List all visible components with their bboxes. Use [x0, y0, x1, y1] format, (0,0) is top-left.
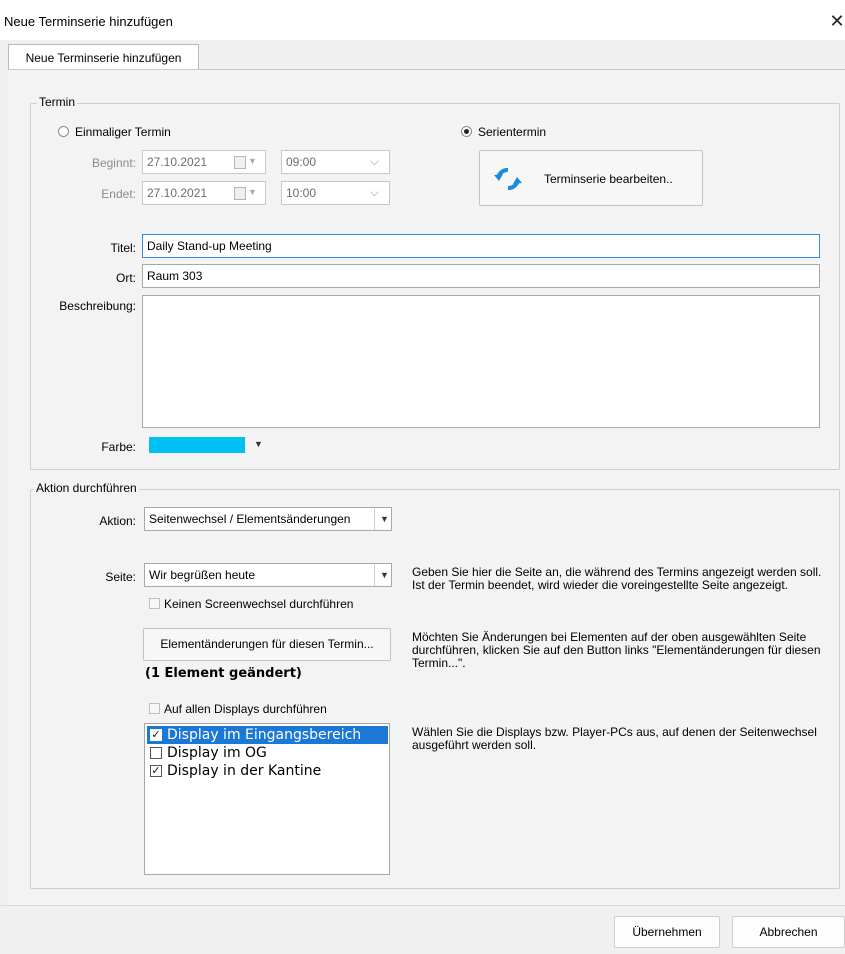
action-value: Seitenwechsel / Elementsänderungen [149, 512, 351, 526]
chevron-down-icon[interactable]: ⌵ [370, 154, 379, 169]
list-item-display-og[interactable]: Display im OG [147, 744, 388, 762]
display-label: Display in der Kantine [167, 763, 322, 779]
select-divider [374, 508, 375, 530]
begins-date-value: 27.10.2021 [147, 155, 208, 169]
ends-time-value: 10:00 [286, 186, 317, 200]
series-event-radio[interactable] [461, 126, 472, 137]
calendar-icon[interactable] [234, 187, 246, 200]
title-input[interactable]: Daily Stand-up Meeting [142, 234, 820, 258]
cancel-button[interactable]: Abbrechen [732, 916, 845, 948]
checkbox-unchecked[interactable] [150, 747, 162, 759]
footer-divider [0, 905, 845, 906]
checkbox-checked[interactable]: ✓ [150, 765, 162, 777]
location-input[interactable]: Raum 303 [142, 264, 820, 288]
color-picker[interactable]: ▼ [146, 434, 270, 456]
location-label: Ort: [116, 271, 136, 285]
action-label: Aktion: [99, 514, 136, 528]
begins-label: Beginnt: [91, 156, 136, 170]
page-select[interactable]: Wir begrüßen heute [144, 563, 392, 587]
termin-legend: Termin [37, 95, 78, 109]
list-item-display-kantine[interactable]: ✓ Display in der Kantine [147, 762, 388, 780]
single-event-label: Einmaliger Termin [75, 125, 171, 139]
select-divider [374, 564, 375, 586]
description-label: Beschreibung: [59, 299, 136, 313]
display-label: Display im Eingangsbereich [167, 727, 362, 743]
title-value: Daily Stand-up Meeting [147, 239, 272, 253]
single-event-radio[interactable] [58, 126, 69, 137]
checkbox-checked[interactable]: ✓ [150, 729, 162, 741]
color-label: Farbe: [101, 440, 136, 454]
page-label: Seite: [105, 570, 136, 584]
display-label: Display im OG [167, 745, 267, 761]
color-swatch [149, 437, 245, 453]
displays-listbox[interactable]: ✓ Display im Eingangsbereich Display im … [144, 723, 390, 875]
chevron-down-icon[interactable]: ▼ [380, 514, 389, 524]
tab-neue-terminserie[interactable]: Neue Terminserie hinzufügen [8, 44, 199, 70]
chevron-down-icon[interactable]: ▼ [254, 439, 263, 449]
displays-help-text: Wählen Sie die Displays bzw. Player-PCs … [412, 725, 817, 752]
element-help-text: Möchten Sie Änderungen bei Elementen auf… [412, 630, 821, 670]
series-event-label: Serientermin [478, 125, 547, 139]
title-label: Titel: [110, 241, 136, 255]
edit-series-button[interactable]: Terminserie bearbeiten.. [479, 150, 703, 206]
chevron-down-icon[interactable]: ▼ [248, 156, 257, 166]
element-changes-button[interactable]: Elementänderungen für diesen Termin... [143, 628, 391, 661]
all-displays-label: Auf allen Displays durchführen [164, 702, 327, 716]
action-select[interactable]: Seitenwechsel / Elementsänderungen [144, 507, 392, 531]
no-screenchange-checkbox[interactable] [149, 598, 160, 609]
description-textarea[interactable] [142, 295, 820, 428]
chevron-down-icon[interactable]: ⌵ [370, 185, 379, 200]
window-title: Neue Terminserie hinzufügen [4, 14, 173, 29]
title-bar: Neue Terminserie hinzufügen ✕ [0, 0, 845, 40]
edit-series-label: Terminserie bearbeiten.. [544, 172, 673, 186]
no-screenchange-label: Keinen Screenwechsel durchführen [164, 597, 354, 611]
apply-button[interactable]: Übernehmen [614, 916, 720, 948]
chevron-down-icon[interactable]: ▼ [380, 570, 389, 580]
refresh-icon [494, 168, 522, 190]
list-item-display-eingang[interactable]: ✓ Display im Eingangsbereich [147, 726, 388, 744]
close-icon[interactable]: ✕ [829, 8, 845, 34]
ends-date-value: 27.10.2021 [147, 186, 208, 200]
chevron-down-icon[interactable]: ▼ [248, 187, 257, 197]
element-changed-text: (1 Element geändert) [145, 666, 302, 681]
page-value: Wir begrüßen heute [149, 568, 256, 582]
calendar-icon[interactable] [234, 156, 246, 169]
page-help-text: Geben Sie hier die Seite an, die während… [412, 565, 822, 592]
ends-label: Endet: [101, 187, 136, 201]
begins-time-value: 09:00 [286, 155, 317, 169]
all-displays-checkbox[interactable] [149, 703, 160, 714]
action-legend: Aktion durchführen [34, 481, 139, 495]
location-value: Raum 303 [147, 269, 203, 283]
